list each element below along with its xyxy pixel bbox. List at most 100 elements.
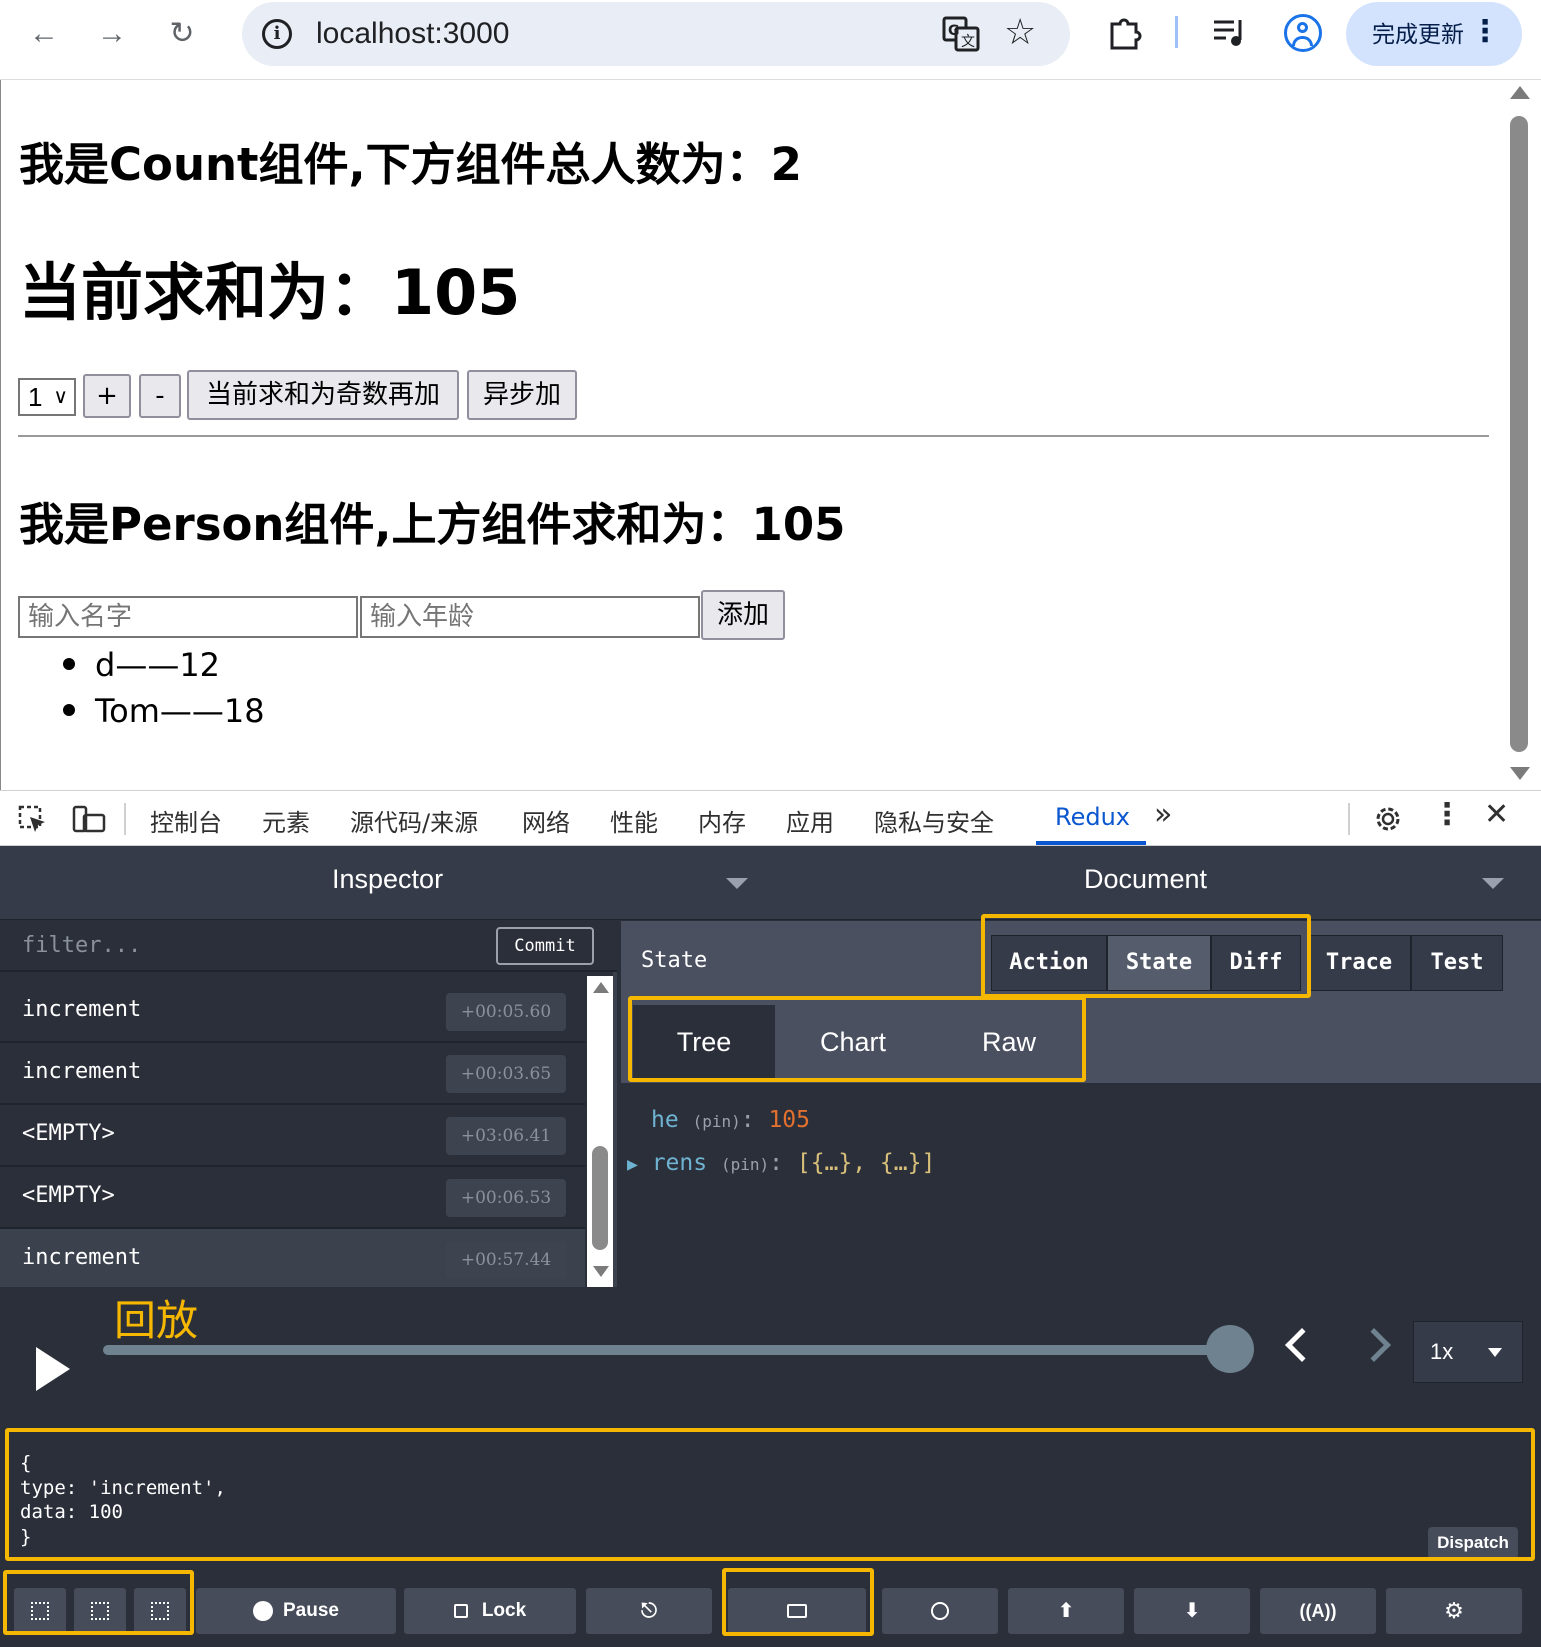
inspect-element-icon[interactable] (18, 805, 48, 835)
tree-node-he[interactable]: he (pin): 105 (651, 1107, 810, 1133)
expand-arrow-icon[interactable]: ▶ (627, 1154, 638, 1175)
increment-select[interactable]: 1 ∨ (18, 378, 76, 416)
settings-gear-icon[interactable] (1372, 803, 1404, 835)
action-row-selected[interactable]: increment +00:57.44 (0, 1229, 585, 1291)
lock-label: Lock (481, 1600, 527, 1621)
tree-node-rens[interactable]: ▶ rens (pin): [{…}, {…}] (627, 1150, 935, 1176)
devtools-menu-icon[interactable]: ⋮ (1432, 797, 1462, 832)
settings-button[interactable]: ⚙ (1386, 1588, 1522, 1634)
scroll-up-icon[interactable] (593, 982, 609, 993)
tree-value: [{…}, {…}] (796, 1150, 936, 1176)
toolbar-separator (1175, 16, 1178, 48)
action-row[interactable]: increment +00:05.60 (0, 981, 585, 1043)
slider-toggle-button[interactable] (882, 1588, 998, 1634)
tab-test[interactable]: Test (1411, 935, 1503, 991)
slider-track[interactable] (103, 1345, 1233, 1355)
action-name: increment (22, 997, 142, 1022)
tab-separator (1348, 803, 1350, 835)
tab-privacy-security[interactable]: 隐私与安全 (874, 803, 994, 838)
minus-button[interactable]: - (139, 374, 181, 418)
pin-button[interactable]: ⎋ (586, 1588, 712, 1634)
slider-thumb[interactable] (1206, 1325, 1254, 1373)
lock-button[interactable]: Lock (404, 1588, 576, 1634)
back-icon[interactable]: ← (24, 14, 64, 54)
tab-redux[interactable]: Redux (1055, 803, 1130, 831)
tab-trace[interactable]: Trace (1307, 935, 1411, 991)
action-row[interactable]: increment +00:03.65 (0, 1043, 585, 1105)
divider (18, 435, 1489, 437)
action-name: <EMPTY> (22, 1121, 115, 1146)
pause-button[interactable]: Pause (196, 1588, 396, 1634)
import-button[interactable]: ⬆ (1008, 1588, 1124, 1634)
site-info-icon[interactable]: i (262, 19, 292, 49)
tab-performance[interactable]: 性能 (610, 803, 658, 838)
person-title: 我是Person组件,上方组件求和为：105 (19, 498, 846, 551)
plus-button[interactable]: + (83, 374, 131, 418)
document-dropdown-icon[interactable] (1482, 878, 1504, 889)
scroll-down-icon[interactable] (593, 1266, 609, 1277)
pin-label[interactable]: (pin) (693, 1112, 741, 1131)
lock-icon (453, 1603, 468, 1618)
scroll-up-icon[interactable] (1510, 86, 1530, 99)
browser-menu-icon[interactable]: ⋮ (1470, 2, 1500, 62)
step-forward-icon[interactable] (1357, 1328, 1391, 1362)
media-control-icon[interactable] (1212, 16, 1248, 50)
device-toolbar-icon[interactable] (72, 805, 106, 835)
count-title: 我是Count组件,下方组件总人数为：2 (19, 138, 802, 191)
async-add-button[interactable]: 异步加 (467, 370, 577, 420)
replay-annotation: 回放 (114, 1296, 199, 1345)
colon: : (740, 1107, 755, 1133)
download-icon: ⬇ (1183, 1600, 1201, 1622)
filter-input[interactable]: filter... (22, 933, 141, 958)
close-icon[interactable]: ✕ (1484, 797, 1509, 832)
odd-add-button[interactable]: 当前求和为奇数再加 (187, 370, 459, 420)
web-page: 我是Count组件,下方组件总人数为：2 当前求和为：105 1 ∨ + - 当… (0, 80, 1500, 790)
pause-icon (253, 1600, 273, 1621)
highlight-dispatcher (5, 1428, 1535, 1561)
tab-elements[interactable]: 元素 (262, 803, 310, 838)
commit-button[interactable]: Commit (496, 927, 594, 965)
tab-console[interactable]: 控制台 (150, 803, 222, 838)
reload-icon[interactable]: ↻ (162, 14, 202, 54)
action-time: +00:05.60 (446, 993, 566, 1031)
forward-icon[interactable]: → (92, 14, 132, 54)
export-button[interactable]: ⬇ (1134, 1588, 1250, 1634)
browser-toolbar: ← → ↻ i localhost:3000 G 文 ☆ 完成更新 ⋮ (0, 0, 1541, 80)
step-back-icon[interactable] (1285, 1328, 1319, 1362)
age-input[interactable] (360, 596, 700, 638)
scroll-down-icon[interactable] (1510, 767, 1530, 780)
document-title[interactable]: Document (1084, 864, 1207, 895)
url-text[interactable]: localhost:3000 (316, 16, 509, 52)
tab-memory[interactable]: 内存 (698, 803, 746, 838)
tab-network[interactable]: 网络 (522, 803, 570, 838)
scroll-thumb[interactable] (592, 1146, 608, 1250)
remote-antenna-icon: ((A)) (1299, 1601, 1337, 1621)
add-person-button[interactable]: 添加 (701, 590, 785, 640)
action-row[interactable]: <EMPTY> +03:06.41 (0, 1105, 585, 1167)
gear-icon: ⚙ (1444, 1598, 1464, 1623)
speed-value: 1x (1430, 1339, 1454, 1364)
remote-button[interactable]: ((A)) (1260, 1588, 1376, 1634)
action-list-pane: filter... Commit increment +00:05.60 inc… (0, 921, 617, 1291)
tab-application[interactable]: 应用 (786, 803, 834, 838)
address-bar[interactable]: i localhost:3000 G 文 ☆ (242, 2, 1070, 66)
bookmark-star-icon[interactable]: ☆ (1004, 10, 1036, 54)
speed-select[interactable]: 1x (1413, 1321, 1523, 1383)
inspector-dropdown-icon[interactable] (726, 878, 748, 889)
tree-key: rens (651, 1150, 708, 1176)
select-value: 1 (28, 382, 43, 412)
extensions-icon[interactable] (1106, 14, 1142, 50)
scroll-thumb[interactable] (1510, 116, 1528, 752)
translate-icon[interactable]: G 文 (942, 16, 980, 52)
update-button[interactable]: 完成更新 ⋮ (1346, 2, 1522, 66)
update-label: 完成更新 (1372, 21, 1464, 47)
action-row[interactable]: <EMPTY> +00:06.53 (0, 1167, 585, 1229)
more-tabs-icon[interactable]: » (1154, 797, 1172, 832)
inspector-title[interactable]: Inspector (332, 864, 443, 895)
profile-avatar-icon[interactable] (1284, 14, 1322, 52)
name-input[interactable] (18, 596, 358, 638)
pin-label[interactable]: (pin) (721, 1155, 769, 1174)
play-icon[interactable] (36, 1347, 70, 1391)
chevron-down-icon (1488, 1348, 1502, 1357)
tab-sources[interactable]: 源代码/来源 (350, 803, 478, 838)
